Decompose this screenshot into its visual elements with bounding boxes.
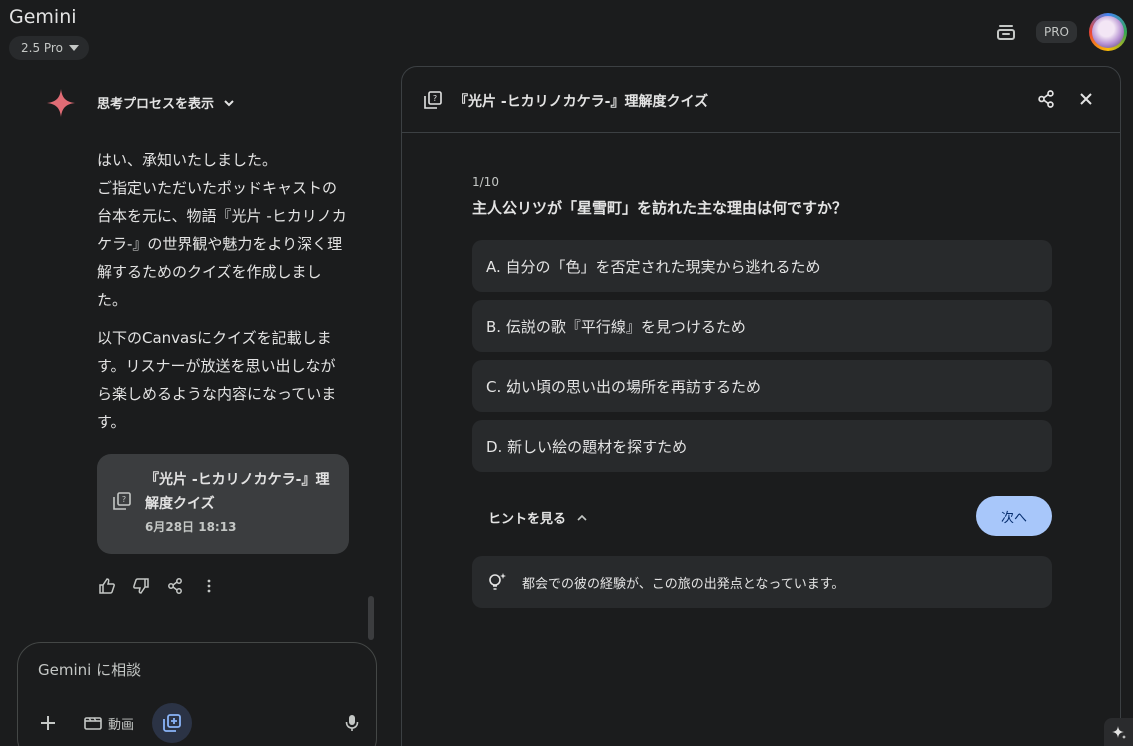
thinking-label: 思考プロセスを表示 [97,97,215,112]
canvas-card-title: 『光片 -ヒカリノカケラ-』理解度クイズ [145,472,330,512]
prompt-input[interactable] [38,661,338,679]
avatar-image [1092,16,1124,48]
quiz-content: 1/10 主人公リツが「星雪町」を訪れた主な理由は何ですか？ A. 自分の「色」… [472,175,1052,608]
video-tool-button[interactable]: 動画 [84,714,134,733]
add-attachment-icon[interactable] [34,709,62,737]
quiz-options: A. 自分の「色」を否定された現実から逃れるため B. 伝説の歌『平行線』を見つ… [472,240,1052,472]
canvas-tool-button[interactable] [152,703,193,743]
share-icon[interactable] [165,576,185,596]
quiz-option-a[interactable]: A. 自分の「色」を否定された現実から逃れるため [472,240,1052,292]
close-icon[interactable] [1076,89,1096,113]
canvas-quiz-icon: ? [424,91,442,113]
lightbulb-icon [489,573,506,590]
message-paragraph: はい、承知いたしました。 ご指定いただいたポッドキャストの台本を元に、物語『光片… [97,151,347,309]
video-tool-label: 動画 [108,717,135,733]
quiz-question: 主人公リツが「星雪町」を訪れた主な理由は何ですか？ [472,199,848,217]
chevron-down-icon [224,99,234,106]
quiz-progress: 1/10 [472,175,499,189]
app-title: Gemini [9,6,77,28]
canvas-card[interactable]: ? 『光片 -ヒカリノカケラ-』理解度クイズ 6月28日 18:13 [97,454,349,554]
quiz-footer: ヒントを見る 次へ [472,488,1052,548]
temporary-chat-icon[interactable] [988,14,1024,50]
more-options-icon[interactable] [199,576,219,596]
hint-toggle[interactable]: ヒントを見る [488,508,588,527]
quiz-option-c[interactable]: C. 幼い頃の思い出の場所を再訪するため [472,360,1052,412]
quiz-option-d[interactable]: D. 新しい絵の題材を探すため [472,420,1052,472]
input-toolbar: 動画 [34,703,364,743]
canvas-panel: ? 『光片 -ヒカリノカケラ-』理解度クイズ 1/10 主人公リツが「星雪町」を… [401,66,1121,746]
video-icon [84,717,102,730]
chevron-up-icon [577,514,587,521]
thumbs-up-icon[interactable] [97,576,117,596]
avatar[interactable] [1089,13,1127,51]
canvas-icon [163,714,181,732]
hint-box: 都会での彼の経験が、この旅の出発点となっています。 [472,556,1052,608]
thumbs-down-icon[interactable] [131,576,151,596]
sparkle-icon[interactable] [1104,718,1133,746]
top-right-actions: PRO [988,13,1127,51]
chat-column: 思考プロセスを表示 はい、承知いたしました。 ご指定いただいたポッドキャストの台… [0,66,390,636]
canvas-panel-header: ? 『光片 -ヒカリノカケラ-』理解度クイズ [402,67,1120,133]
show-thinking-toggle[interactable]: 思考プロセスを表示 [97,93,236,112]
svg-text:?: ? [433,94,437,103]
hint-text: 都会での彼の経験が、この旅の出発点となっています。 [522,576,845,592]
gemini-app: Gemini 2.5 Pro PRO 思考プロセスを表示 はい、承知いたしました… [0,0,1133,746]
next-button[interactable]: 次へ [976,496,1052,536]
canvas-card-date: 6月28日 18:13 [145,520,237,534]
share-icon[interactable] [1036,89,1056,113]
caret-down-icon [68,45,79,51]
chat-scrollbar[interactable] [368,596,374,640]
message-actions [97,576,219,596]
hint-toggle-label: ヒントを見る [488,512,567,527]
message-paragraph: 以下のCanvasにクイズを記載します。リスナーが放送を思い出しながら楽しめるよ… [97,329,337,431]
prompt-input-box: 動画 [17,642,377,746]
assistant-message: はい、承知いたしました。 ご指定いただいたポッドキャストの台本を元に、物語『光片… [97,146,347,446]
canvas-panel-title: 『光片 -ヒカリノカケラ-』理解度クイズ [454,94,709,110]
pro-badge: PRO [1035,21,1077,43]
quiz-option-b[interactable]: B. 伝説の歌『平行線』を見つけるため [472,300,1052,352]
microphone-icon[interactable] [340,711,364,735]
gemini-spark-icon [46,88,76,122]
canvas-quiz-icon: ? [113,492,131,514]
model-selector[interactable]: 2.5 Pro [9,36,89,60]
model-label: 2.5 Pro [21,41,63,55]
svg-text:?: ? [122,495,126,504]
